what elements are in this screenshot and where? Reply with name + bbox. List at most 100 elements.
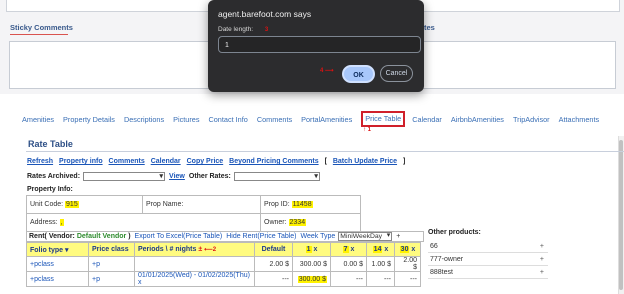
title-divider — [26, 151, 624, 152]
price-night-30-cell[interactable]: 2.00 $ — [394, 256, 421, 272]
folio-type-cell[interactable]: +pclass — [26, 256, 89, 272]
list-item[interactable]: 888test + — [428, 266, 548, 279]
bracket-close: ] — [403, 158, 406, 165]
price-table: Folio type ▾ Price class Periods \ # nig… — [26, 242, 421, 287]
unit-code-label: Unit Code: — [30, 201, 64, 208]
prop-name-label: Prop Name: — [146, 201, 184, 208]
prop-name-cell: Prop Name: — [142, 195, 261, 214]
unit-code-cell: Unit Code: 915 — [26, 195, 143, 214]
plus-minus-icon[interactable]: ± — [198, 246, 202, 253]
other-products-title: Other products: — [428, 229, 481, 236]
tab-contact-info[interactable]: Contact Info — [208, 115, 247, 127]
week-type-label: Week Type — [300, 233, 336, 240]
property-info-table: Unit Code: 915 Prop Name: Prop ID: 11458… — [26, 195, 361, 232]
rate-table-title: Rate Table — [28, 139, 73, 149]
remove-night-7[interactable]: x — [350, 246, 354, 253]
sort-icon: ▾ — [65, 246, 69, 254]
tab-attachments[interactable]: Attachments — [559, 115, 600, 127]
rate-table-links: Refresh Property info Comments Calendar … — [27, 158, 409, 165]
night-1-header: 1 — [305, 246, 312, 253]
hide-rent-link[interactable]: Hide Rent(Price Table) — [226, 233, 296, 240]
week-type-add-button[interactable]: + — [396, 233, 400, 240]
tab-calendar[interactable]: Calendar — [412, 115, 442, 127]
batch-update-price-link[interactable]: Batch Update Price — [333, 158, 397, 165]
tab-descriptions[interactable]: Descriptions — [124, 115, 164, 127]
remove-night-30[interactable]: x — [411, 246, 415, 253]
price-class-cell[interactable]: +p — [88, 271, 135, 287]
table-row: +pclass +p 2.00 $ 300.00 $ 0.00 $ 1.00 $… — [26, 256, 421, 272]
dialog-label: Date length: 3 — [218, 26, 268, 33]
tab-airbnb-amenities[interactable]: AirbnbAmenities — [451, 115, 504, 127]
unit-code-value: 915 — [65, 201, 79, 208]
vendor-value: Default Vendor — [76, 233, 127, 240]
rent-label: Rent( Vendor: — [29, 233, 75, 240]
property-info-link[interactable]: Property info — [59, 158, 103, 165]
list-item[interactable]: 66 + — [428, 240, 548, 253]
tab-pictures[interactable]: Pictures — [173, 115, 199, 127]
comments-link[interactable]: Comments — [109, 158, 145, 165]
folio-type-header: Folio type — [30, 246, 64, 254]
calendar-link[interactable]: Calendar — [151, 158, 181, 165]
dialog-title: agent.barefoot.com says — [218, 9, 312, 19]
price-class-cell[interactable]: +p — [88, 256, 135, 272]
default-price-cell[interactable]: --- — [254, 271, 293, 287]
price-night-7-cell[interactable]: 0.00 $ — [330, 256, 367, 272]
col-night-7: 7 x — [330, 242, 367, 257]
night-14-header: 14 — [372, 246, 383, 253]
default-price-cell[interactable]: 2.00 $ — [254, 256, 293, 272]
other-rates-select[interactable] — [233, 172, 320, 181]
price-night-1-cell[interactable]: 300.00 $ — [292, 256, 331, 272]
annotation-2: ⟵2 — [204, 247, 217, 253]
periods-header: Periods \ # nights — [138, 246, 197, 253]
export-excel-link[interactable]: Export To Excel(Price Table) — [135, 233, 223, 240]
price-night-30-cell[interactable]: --- — [394, 271, 421, 287]
folio-type-cell[interactable]: +pclass — [26, 271, 89, 287]
tab-comments[interactable]: Comments — [257, 115, 292, 127]
price-night-7-cell[interactable]: --- — [330, 271, 367, 287]
annotation-1-number: 1 — [367, 127, 372, 133]
rates-archived-select[interactable] — [83, 172, 166, 181]
col-folio-type[interactable]: Folio type ▾ — [26, 242, 89, 257]
price-night-1-cell[interactable]: 300.00 $ — [292, 271, 331, 287]
copy-price-link[interactable]: Copy Price — [187, 158, 224, 165]
annotation-1: ↑ 1 — [363, 127, 372, 133]
list-item[interactable]: 777-owner + — [428, 253, 548, 266]
property-tabs: Amenities Property Details Descriptions … — [22, 111, 608, 127]
tab-portal-amenities[interactable]: PortalAmenities — [301, 115, 352, 127]
refresh-link[interactable]: Refresh — [27, 158, 53, 165]
add-product-button[interactable]: + — [540, 240, 544, 252]
col-night-1: 1 x — [292, 242, 331, 257]
date-length-label: Date length: — [218, 26, 254, 33]
tab-property-details[interactable]: Property Details — [63, 115, 115, 127]
beyond-pricing-comments-link[interactable]: Beyond Pricing Comments — [229, 158, 318, 165]
remove-night-14[interactable]: x — [384, 246, 388, 253]
cancel-button[interactable]: Cancel — [380, 65, 413, 82]
add-product-button[interactable]: + — [540, 266, 544, 278]
address-label: Address: — [30, 219, 58, 226]
tab-price-table[interactable]: Price Table — [361, 111, 406, 127]
other-products-panel: Other products: 66 + 777-owner + 888test + — [428, 229, 548, 279]
col-default: Default — [254, 242, 293, 257]
prop-id-value: 11458 — [291, 201, 313, 208]
ok-button[interactable]: OK — [342, 65, 375, 83]
remove-night-1[interactable]: x — [313, 246, 317, 253]
bracket-open: [ — [324, 158, 327, 165]
price-night-14-cell[interactable]: --- — [366, 271, 395, 287]
product-name: 777-owner — [430, 256, 464, 263]
annotation-2-number: 2 — [212, 247, 217, 253]
view-link[interactable]: View — [169, 173, 185, 180]
remove-period[interactable]: x — [138, 279, 142, 286]
tab-tripadvisor[interactable]: TripAdvisor — [513, 115, 550, 127]
tab-amenities[interactable]: Amenities — [22, 115, 54, 127]
property-info-label: Property Info: — [27, 186, 73, 193]
period-cell[interactable]: 01/01/2025(Wed) - 01/02/2025(Thu) x — [134, 271, 255, 287]
address-cell: Address: , — [26, 213, 261, 232]
rent-vendor-row: Rent( Vendor: Default Vendor ) Export To… — [26, 231, 424, 242]
owner-value: 2334 — [288, 219, 307, 226]
date-length-input[interactable]: 1 — [218, 36, 421, 53]
annotation-4: 4 ⟶ — [320, 68, 334, 74]
annotation-3: 3 — [264, 27, 269, 33]
week-type-select[interactable]: MiniWeekDay — [338, 232, 393, 241]
add-product-button[interactable]: + — [540, 253, 544, 265]
price-night-14-cell[interactable]: 1.00 $ — [366, 256, 395, 272]
